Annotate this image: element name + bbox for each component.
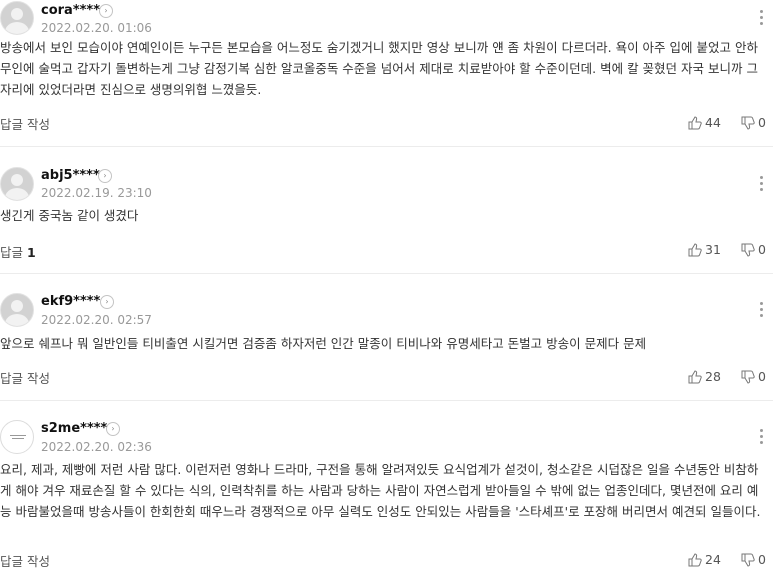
avatar[interactable] (0, 420, 34, 454)
like-button[interactable]: 28 (688, 369, 721, 384)
avatar[interactable] (0, 293, 34, 327)
thumbs-down-icon (741, 553, 755, 567)
dislike-button[interactable]: 0 (741, 115, 766, 130)
comment-nickname[interactable]: ekf9**** (41, 294, 100, 309)
comment-date: 2022.02.20. 02:57 (41, 313, 152, 327)
thumbs-up-icon (688, 243, 702, 257)
reply-count: 1 (27, 245, 36, 260)
more-options-icon[interactable] (760, 10, 763, 28)
comment-text: 앞으로 쉐프나 뭐 일반인들 티비출연 시킬거면 검증좀 하자저런 인간 말종이… (0, 336, 647, 351)
chevron-right-icon[interactable]: › (100, 295, 114, 309)
thumbs-up-icon (688, 370, 702, 384)
comment-nickname[interactable]: cora**** (41, 3, 100, 18)
like-button[interactable]: 24 (688, 552, 721, 567)
comment-date: 2022.02.20. 02:36 (41, 440, 152, 454)
comment-text: 요리, 제과, 제빵에 저런 사람 많다. 이런저런 영화나 드라마, 구전을 … (0, 462, 761, 519)
chevron-right-icon[interactable]: › (99, 4, 113, 18)
comment-date: 2022.02.20. 01:06 (41, 21, 152, 35)
thumbs-up-icon (688, 116, 702, 130)
thumbs-down-icon (741, 116, 755, 130)
like-button[interactable]: 44 (688, 115, 721, 130)
comment-nickname[interactable]: s2me**** (41, 421, 107, 436)
dislike-button[interactable]: 0 (741, 552, 766, 567)
chevron-right-icon[interactable]: › (106, 422, 120, 436)
comment-text: 생긴게 중국놈 같이 생겼다 (0, 208, 139, 223)
avatar[interactable] (0, 1, 34, 35)
comment-text: 방송에서 보인 모습이야 연예인이든 누구든 본모습을 어느정도 숨기겠거니 했… (0, 40, 758, 97)
more-options-icon[interactable] (760, 429, 763, 447)
reply-button[interactable]: 답글 작성 (0, 551, 50, 570)
dislike-button[interactable]: 0 (741, 242, 766, 257)
thumbs-up-icon (688, 553, 702, 567)
comment-divider (0, 273, 773, 274)
avatar[interactable] (0, 167, 34, 201)
more-options-icon[interactable] (760, 176, 763, 194)
reply-button[interactable]: 답글 1 (0, 242, 36, 261)
comment-divider (0, 400, 773, 401)
comment-nickname[interactable]: abj5**** (41, 168, 100, 183)
reply-button[interactable]: 답글 작성 (0, 368, 50, 387)
reply-button[interactable]: 답글 작성 (0, 114, 50, 133)
thumbs-down-icon (741, 370, 755, 384)
comment-divider (0, 146, 773, 147)
dislike-button[interactable]: 0 (741, 369, 766, 384)
like-button[interactable]: 31 (688, 242, 721, 257)
thumbs-down-icon (741, 243, 755, 257)
comment-date: 2022.02.19. 23:10 (41, 186, 152, 200)
more-options-icon[interactable] (760, 302, 763, 320)
chevron-right-icon[interactable]: › (98, 169, 112, 183)
